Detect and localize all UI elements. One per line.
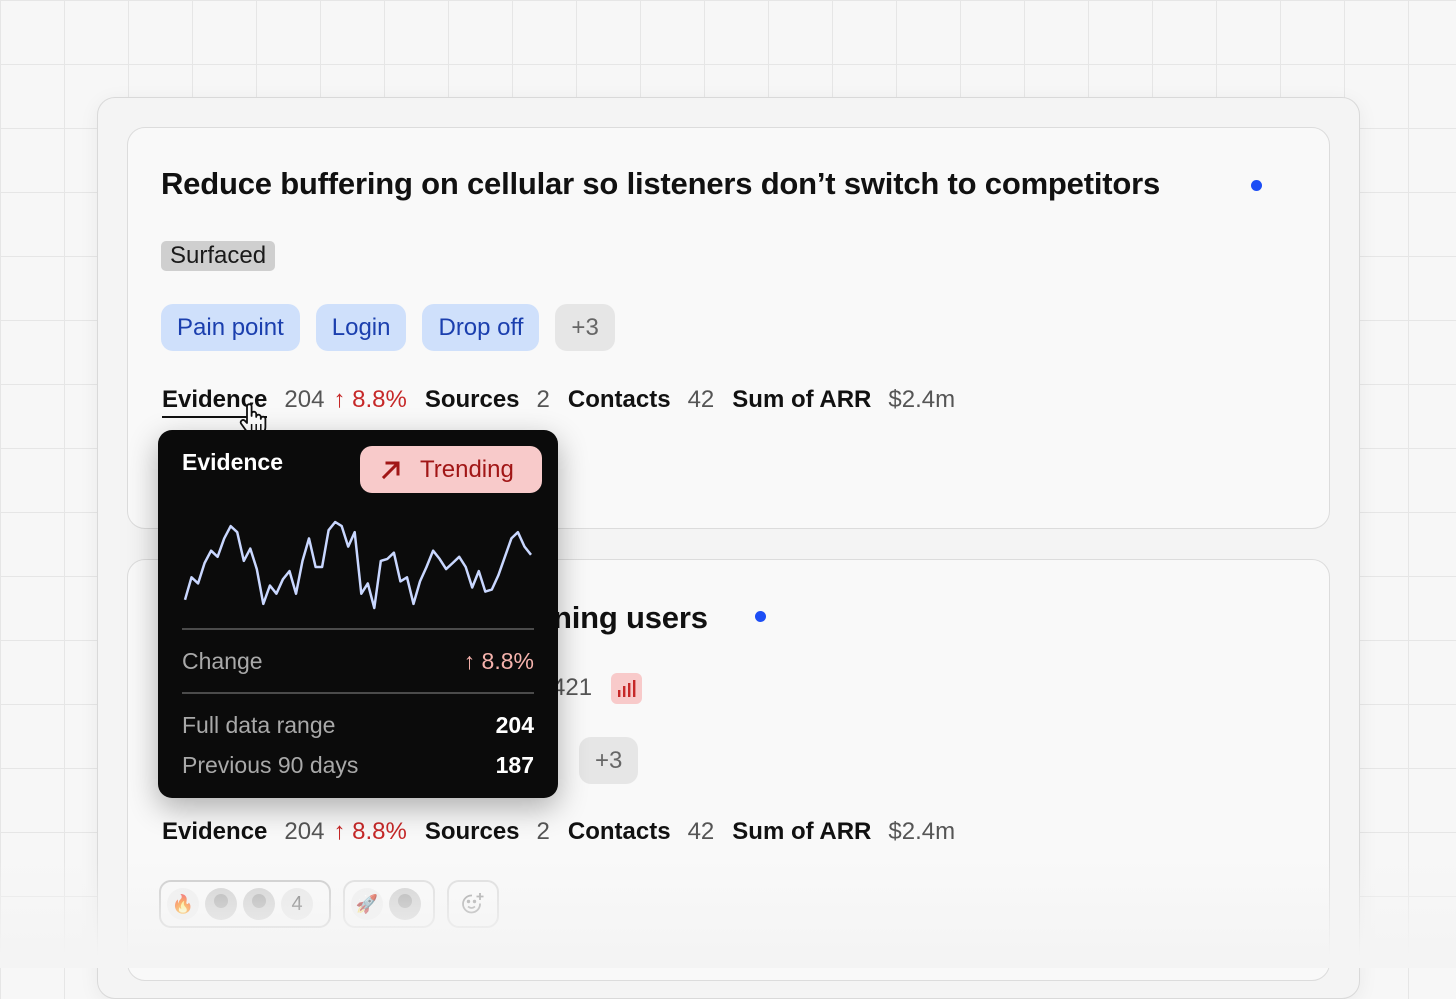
fire-icon: 🔥 (167, 888, 199, 920)
evidence-value: 204 (284, 386, 325, 413)
tag-login[interactable]: Login (315, 304, 407, 351)
evidence-value: 204 (284, 818, 325, 845)
unread-dot (1251, 180, 1262, 191)
evidence-change: ↑ 8.8% (333, 818, 407, 845)
rocket-icon: 🚀 (351, 888, 383, 920)
arr-value: $2.4m (888, 818, 956, 845)
status-badge[interactable]: Surfaced (161, 241, 276, 271)
sources-value: 2 (536, 386, 550, 413)
reaction-fire[interactable]: 🔥 4 (159, 880, 331, 928)
divider (182, 692, 534, 694)
sources-label[interactable]: Sources (425, 818, 520, 846)
sparkline-chart (183, 520, 532, 610)
metrics-row: Evidence 204 ↑ 8.8% Sources 2 Contacts 4… (162, 386, 973, 418)
card-title[interactable]: Reduce buffering on cellular so listener… (161, 166, 1160, 202)
previous-value: 187 (495, 752, 534, 778)
contacts-label[interactable]: Contacts (568, 818, 671, 846)
sparkline-series (183, 520, 532, 610)
reactions-bar: 🔥 4 🚀 (159, 880, 499, 928)
trending-label: Trending (420, 455, 514, 483)
arr-label[interactable]: Sum of ARR (732, 386, 871, 414)
avatar (389, 888, 421, 920)
arr-value: $2.4m (888, 386, 956, 413)
tooltip-title: Evidence (182, 449, 283, 475)
arr-label[interactable]: Sum of ARR (732, 818, 871, 846)
arrow-up-right-icon (381, 461, 400, 479)
add-reaction-button[interactable] (447, 880, 499, 928)
avatar (205, 888, 237, 920)
metrics-row: Evidence 204 ↑ 8.8% Sources 2 Contacts 4… (162, 818, 973, 846)
tag-list: +3 (579, 737, 639, 784)
sources-label[interactable]: Sources (425, 386, 520, 414)
bar-chart-icon[interactable] (611, 673, 642, 704)
more-tags-button[interactable]: +3 (555, 304, 615, 351)
previous-row: Previous 90 days 187 (182, 752, 534, 779)
reaction-rocket[interactable]: 🚀 (343, 880, 435, 928)
contacts-value: 42 (687, 386, 715, 413)
change-value: ↑ 8.8% (463, 648, 534, 674)
contacts-value: 42 (687, 818, 715, 845)
change-row: Change ↑ 8.8% (182, 648, 534, 675)
tag-pain-point[interactable]: Pain point (161, 304, 300, 351)
divider (182, 628, 534, 630)
evidence-change: ↑ 8.8% (333, 386, 407, 413)
reaction-count: 4 (281, 888, 313, 920)
evidence-label[interactable]: Evidence (162, 818, 267, 846)
tag-drop-off[interactable]: Drop off (422, 304, 540, 351)
full-range-value: 204 (495, 712, 534, 738)
previous-label: Previous 90 days (182, 752, 359, 778)
tag-list: Pain point Login Drop off +3 (161, 304, 615, 351)
contacts-label[interactable]: Contacts (568, 386, 671, 414)
full-range-label: Full data range (182, 712, 336, 738)
card-title[interactable]: ning users (553, 600, 708, 636)
change-label: Change (182, 648, 263, 674)
full-range-row: Full data range 204 (182, 712, 534, 739)
more-tags-button[interactable]: +3 (579, 737, 639, 784)
partial-value: 421 (552, 674, 593, 701)
sources-value: 2 (536, 818, 550, 845)
evidence-tooltip: Evidence Trending Change ↑ 8.8% Full dat… (158, 430, 558, 798)
unread-dot (755, 611, 766, 622)
trending-badge: Trending (360, 446, 542, 493)
add-emoji-icon (462, 893, 484, 914)
avatar (243, 888, 275, 920)
